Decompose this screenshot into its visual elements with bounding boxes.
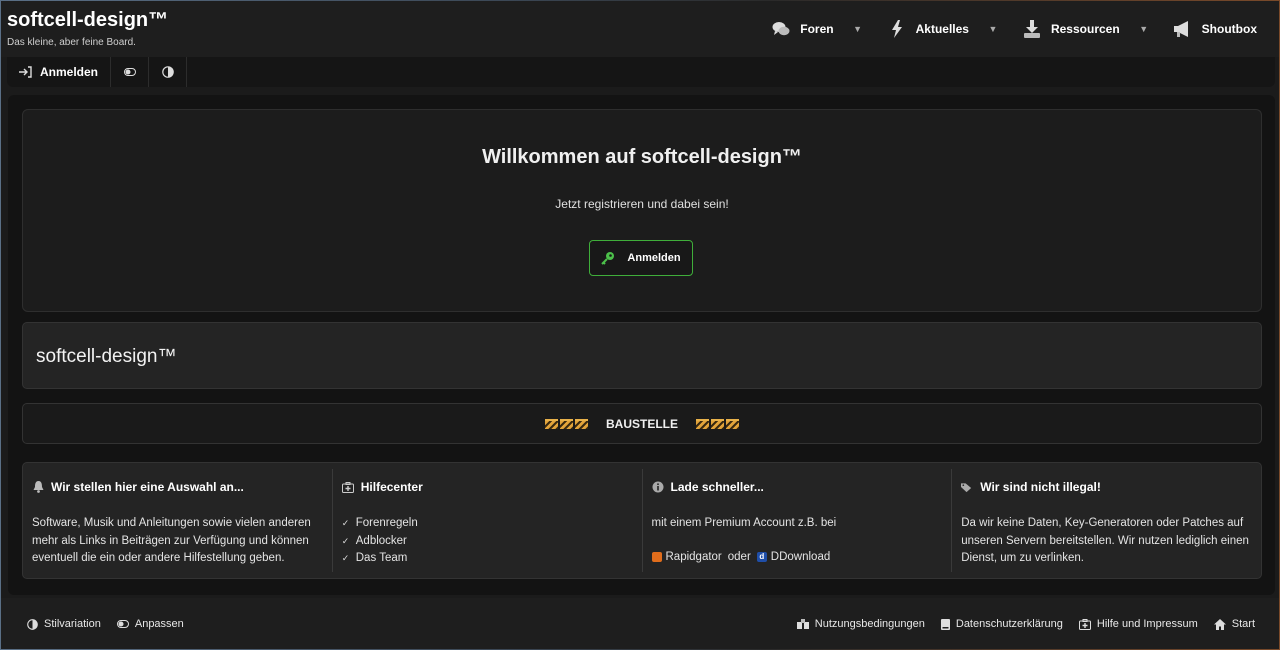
site-title-box-text: softcell-design™ bbox=[36, 346, 177, 367]
nav-shoutbox-label: Shoutbox bbox=[1201, 22, 1257, 36]
ddownload-link[interactable]: DDownload bbox=[771, 551, 830, 563]
megaphone-icon bbox=[1173, 20, 1192, 38]
rapidgator-link[interactable]: Rapidgator bbox=[666, 551, 722, 563]
barrier-icon bbox=[696, 418, 739, 429]
nav-ressourcen-label: Ressourcen bbox=[1050, 22, 1120, 36]
welcome-login-button[interactable]: Anmelden bbox=[589, 240, 693, 276]
welcome-panel: Willkommen auf softcell-design™ Jetzt re… bbox=[22, 109, 1262, 312]
list-item[interactable]: ✓ Adblocker bbox=[342, 533, 633, 551]
privacy-link[interactable]: Datenschutzerklärung bbox=[940, 618, 1063, 630]
chevron-down-icon[interactable]: ▼ bbox=[844, 1, 872, 57]
info-column-download-title: Lade schneller... bbox=[670, 480, 764, 494]
rapidgator-icon bbox=[651, 551, 662, 562]
toggle-icon bbox=[116, 620, 129, 628]
toggle-icon bbox=[123, 68, 136, 76]
info-column-download: Lade schneller... mit einem Premium Acco… bbox=[643, 469, 953, 572]
download-icon bbox=[1023, 20, 1041, 38]
welcome-lead: Jetzt registrieren und dabei sein! bbox=[555, 197, 729, 211]
footer: Stilvariation Anpassen Nutzungsbedingung… bbox=[1, 598, 1279, 649]
info-column-legal-text: Da wir keine Daten, Key-Generatoren oder… bbox=[961, 517, 1249, 564]
help-imprint-link[interactable]: Hilfe und Impressum bbox=[1078, 618, 1198, 630]
list-item[interactable]: ✓ Forenregeln bbox=[342, 515, 633, 533]
contrast-icon bbox=[27, 618, 38, 630]
home-icon bbox=[1213, 618, 1226, 630]
style-variation-link[interactable]: Stilvariation bbox=[27, 618, 101, 630]
list-item[interactable]: ✓ Das Team bbox=[342, 550, 633, 568]
customize-link[interactable]: Anpassen bbox=[116, 618, 184, 630]
nav-foren-label: Foren bbox=[800, 22, 834, 36]
site-title[interactable]: softcell-design™ bbox=[7, 9, 168, 32]
main-content: Willkommen auf softcell-design™ Jetzt re… bbox=[8, 95, 1275, 595]
site-subtitle: Das kleine, aber feine Board. bbox=[7, 37, 136, 48]
handshake-icon bbox=[796, 618, 809, 629]
header: softcell-design™ Das kleine, aber feine … bbox=[1, 1, 1279, 57]
bell-icon bbox=[32, 481, 44, 493]
lightning-icon bbox=[888, 20, 906, 38]
barrier-icon bbox=[545, 418, 588, 429]
info-column-legal-title: Wir sind nicht illegal! bbox=[980, 480, 1101, 494]
site-title-box: softcell-design™ bbox=[22, 322, 1262, 389]
login-link-label: Anmelden bbox=[40, 65, 99, 79]
book-icon bbox=[940, 618, 950, 630]
terms-link[interactable]: Nutzungsbedingungen bbox=[796, 618, 925, 630]
hoster-links: Rapidgator oder d DDownload bbox=[651, 550, 943, 563]
ddownload-icon: d bbox=[756, 551, 767, 562]
style-toggle[interactable] bbox=[111, 57, 150, 87]
nav-foren[interactable]: Foren bbox=[762, 1, 843, 57]
or-text: oder bbox=[727, 550, 751, 563]
nav-shoutbox[interactable]: Shoutbox bbox=[1164, 1, 1267, 57]
nav-ressourcen[interactable]: Ressourcen bbox=[1013, 1, 1130, 57]
welcome-heading: Willkommen auf softcell-design™ bbox=[482, 146, 802, 168]
main-nav: Foren ▼ Aktuelles ▼ Ressourcen ▼ Shoutbo… bbox=[762, 1, 1267, 57]
info-column-selection: Wir stellen hier eine Auswahl an... Soft… bbox=[23, 469, 333, 572]
nav-aktuelles[interactable]: Aktuelles bbox=[878, 1, 979, 57]
contrast-toggle[interactable] bbox=[149, 57, 188, 87]
info-column-helpcenter: Hilfecenter ✓ Forenregeln ✓ Adblocker ✓ Das… bbox=[333, 469, 643, 572]
key-icon bbox=[601, 252, 615, 265]
chat-bubbles-icon bbox=[772, 20, 790, 38]
check-icon: ✓ bbox=[341, 535, 350, 546]
chevron-down-icon[interactable]: ▼ bbox=[1130, 1, 1158, 57]
info-circle-icon bbox=[652, 481, 664, 493]
welcome-login-label: Anmelden bbox=[627, 252, 681, 264]
first-aid-icon bbox=[1078, 618, 1091, 630]
info-column-helpcenter-title: Hilfecenter bbox=[360, 480, 423, 494]
chevron-down-icon[interactable]: ▼ bbox=[979, 1, 1007, 57]
first-aid-icon bbox=[341, 481, 354, 493]
login-link[interactable]: Anmelden bbox=[7, 57, 112, 87]
tags-icon bbox=[961, 481, 973, 493]
sign-in-icon bbox=[19, 66, 32, 78]
check-icon: ✓ bbox=[341, 553, 350, 563]
account-bar: Anmelden bbox=[7, 57, 1275, 87]
info-column-download-text: mit einem Premium Account z.B. bei bbox=[651, 517, 837, 529]
page-frame: softcell-design™ Das kleine, aber feine … bbox=[1, 1, 1279, 649]
construction-label: BAUSTELLE bbox=[606, 416, 678, 431]
check-icon: ✓ bbox=[341, 518, 350, 528]
helpcenter-list: ✓ Forenregeln ✓ Adblocker ✓ Das Team bbox=[342, 515, 633, 568]
construction-notice: BAUSTELLE bbox=[22, 403, 1262, 444]
info-column-legal: Wir sind nicht illegal! Da wir keine Dat… bbox=[952, 469, 1261, 572]
info-column-selection-title: Wir stellen hier eine Auswahl an... bbox=[51, 480, 244, 494]
info-columns: Wir stellen hier eine Auswahl an... Soft… bbox=[22, 462, 1262, 579]
start-link[interactable]: Start bbox=[1213, 618, 1255, 630]
contrast-icon bbox=[161, 66, 174, 78]
nav-aktuelles-label: Aktuelles bbox=[915, 22, 969, 36]
info-column-selection-text: Software, Musik und Anleitungen sowie vi… bbox=[32, 517, 311, 564]
